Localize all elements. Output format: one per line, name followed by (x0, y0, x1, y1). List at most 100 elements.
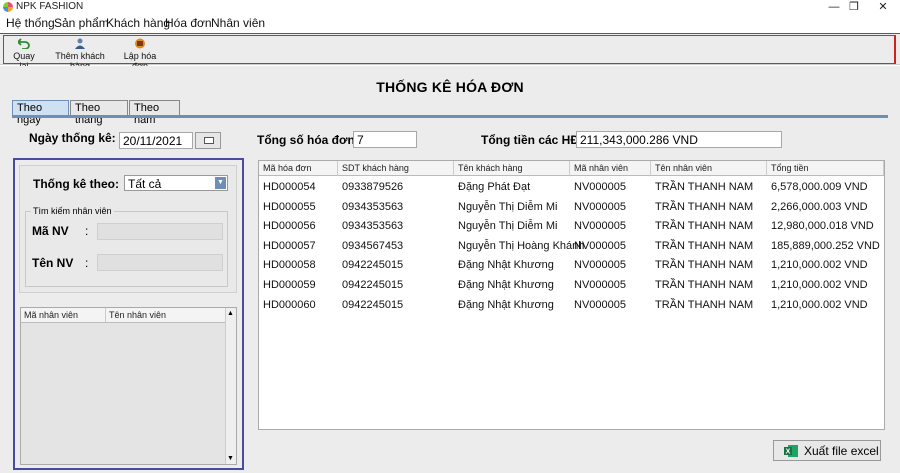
menu-employees[interactable]: Nhân viên (211, 16, 265, 30)
table-cell: Nguyễn Thị Diễm Mi (458, 220, 558, 233)
employee-table-header-name[interactable]: Tên nhân viên (106, 308, 226, 323)
add-customer-icon (75, 38, 85, 49)
employee-table-scrollbar[interactable]: ▲ ▼ (225, 308, 236, 464)
total-amount-label: Tổng tiền các HĐ: (481, 133, 584, 147)
table-cell: TRẦN THANH NAM (655, 298, 754, 311)
chevron-down-icon: ▼ (215, 177, 226, 189)
invoice-table-header-total[interactable]: Tổng tiền (767, 161, 884, 176)
toolbar: Quay lại Thêm khách hàng Lập hóa đơn (0, 33, 900, 71)
employee-name-input[interactable] (97, 254, 223, 271)
total-amount-field: 211,343,000.286 VND (576, 131, 782, 148)
table-cell: NV000005 (574, 220, 626, 233)
date-label: Ngày thống kê: (29, 131, 116, 145)
table-cell: 0933879526 (342, 181, 404, 193)
table-cell: TRẦN THANH NAM (655, 239, 754, 252)
menu-bar: Hệ thống Sản phẩm Khách hàng Hóa đơn Nhâ… (0, 14, 900, 32)
table-row[interactable]: HD000054 0933879526 Đặng Phát Đạt NV000005 T… (259, 180, 884, 196)
table-cell: 1,210,000.002 VND (771, 279, 868, 291)
invoice-table-header-id[interactable]: Mã hóa đơn (259, 161, 338, 176)
export-excel-button[interactable]: X Xuất file excel (773, 440, 881, 461)
table-cell: 0942245015 (342, 279, 404, 291)
table-cell: NV000005 (574, 279, 626, 291)
employee-table: Mã nhân viên Tên nhân viên ▲ ▼ (20, 307, 237, 465)
window-title: NPK FASHION (16, 1, 84, 12)
table-cell: HD000055 (263, 200, 316, 213)
invoice-table-header-employee-id[interactable]: Mã nhân viên (570, 161, 651, 176)
table-cell: Nguyễn Thị Diễm Mi (458, 200, 558, 213)
table-cell: 12,980,000.018 VND (771, 220, 874, 233)
table-cell: 0934353563 (342, 220, 404, 233)
table-cell: HD000058 (263, 259, 316, 272)
date-picker-button[interactable] (195, 132, 221, 149)
close-icon[interactable]: ✕ (874, 0, 892, 14)
table-row[interactable]: HD000057 0934567453 Nguyễn Thị Hoàng Khánh… (259, 239, 884, 255)
filter-label: Thống kê theo: (33, 177, 119, 191)
excel-icon: X (784, 445, 798, 457)
table-cell: 0934567453 (342, 239, 404, 252)
table-cell: NV000005 (574, 259, 626, 272)
table-row[interactable]: HD000060 0942245015 Đặng Nhật Khương NV0000… (259, 298, 884, 314)
tab-by-year[interactable]: Theo năm (129, 100, 180, 126)
table-cell: NV000005 (574, 200, 626, 213)
minimize-icon[interactable]: — (825, 0, 843, 14)
table-cell: NV000005 (574, 239, 626, 252)
table-cell: Đặng Nhật Khương (458, 298, 554, 311)
table-row[interactable]: HD000055 0934353563 Nguyễn Thị Diễm Mi NV00… (259, 200, 884, 216)
employee-search-legend: Tìm kiếm nhân viên (31, 206, 114, 216)
invoice-table-header-phone[interactable]: SDT khách hàng (338, 161, 454, 176)
table-cell: 6,578,000.009 VND (771, 181, 868, 193)
svg-text:X: X (786, 449, 791, 456)
total-invoices-label: Tổng số hóa đơn: (257, 133, 359, 147)
tab-by-day[interactable]: Theo ngày (12, 100, 69, 126)
table-cell: 185,889,000.252 VND (771, 239, 880, 252)
table-cell: TRẦN THANH NAM (655, 259, 754, 272)
title-bar: NPK FASHION — ❐ ✕ (0, 0, 900, 14)
table-cell: Đặng Phát Đạt (458, 181, 531, 193)
toolbar-frame: Quay lại Thêm khách hàng Lập hóa đơn (3, 35, 896, 71)
table-cell: TRẦN THANH NAM (655, 200, 754, 213)
menu-products[interactable]: Sản phẩm (54, 16, 109, 30)
table-cell: NV000005 (574, 298, 626, 311)
maximize-icon[interactable]: ❐ (845, 0, 863, 14)
back-arrow-icon (18, 38, 30, 49)
employee-id-colon: : (85, 224, 89, 238)
table-cell: 1,210,000.002 VND (771, 298, 868, 311)
employee-name-label: Tên NV (32, 256, 74, 270)
table-cell: TRẦN THANH NAM (655, 220, 754, 233)
table-cell: HD000057 (263, 239, 316, 252)
table-cell: HD000056 (263, 220, 316, 233)
table-cell: TRẦN THANH NAM (655, 279, 754, 291)
table-cell: 0934353563 (342, 200, 404, 213)
app-logo-icon (3, 2, 13, 12)
employee-id-input[interactable] (97, 223, 223, 240)
scroll-down-icon[interactable]: ▼ (227, 455, 234, 462)
table-cell: HD000059 (263, 279, 316, 291)
table-cell: 2,266,000.003 VND (771, 200, 868, 213)
table-cell: Đặng Nhật Khương (458, 279, 554, 291)
tab-divider (12, 115, 888, 118)
table-cell: TRẦN THANH NAM (655, 181, 754, 193)
employee-name-colon: : (85, 256, 89, 270)
invoice-table-header-employee-name[interactable]: Tên nhân viên (651, 161, 767, 176)
menu-customers[interactable]: Khách hàng (106, 16, 170, 30)
table-row[interactable]: HD000056 0934353563 Nguyễn Thị Diễm Mi NV00… (259, 219, 884, 235)
tab-by-month[interactable]: Theo tháng (70, 100, 128, 126)
table-cell: 0942245015 (342, 259, 404, 272)
date-field[interactable]: 20/11/2021 (119, 132, 193, 149)
employee-id-label: Mã NV (32, 224, 69, 238)
invoice-table-header-customer[interactable]: Tên khách hàng (454, 161, 570, 176)
table-cell: 0942245015 (342, 298, 404, 311)
calendar-icon (204, 137, 214, 144)
scroll-up-icon[interactable]: ▲ (227, 310, 234, 317)
filter-select-value: Tất cả (128, 177, 162, 191)
employee-table-header-id[interactable]: Mã nhân viên (21, 308, 106, 323)
filter-select[interactable]: Tất cả ▼ (124, 175, 228, 191)
table-cell: Nguyễn Thị Hoàng Khánh (458, 239, 585, 252)
table-row[interactable]: HD000059 0942245015 Đặng Nhật Khương NV0000… (259, 278, 884, 294)
table-row[interactable]: HD000058 0942245015 Đặng Nhật Khương NV0000… (259, 258, 884, 274)
table-cell: NV000005 (574, 181, 626, 193)
menu-system[interactable]: Hệ thống (6, 16, 55, 30)
table-cell: Đặng Nhật Khương (458, 259, 554, 272)
total-invoices-field: 7 (353, 131, 417, 148)
menu-invoices[interactable]: Hóa đơn (165, 16, 212, 30)
